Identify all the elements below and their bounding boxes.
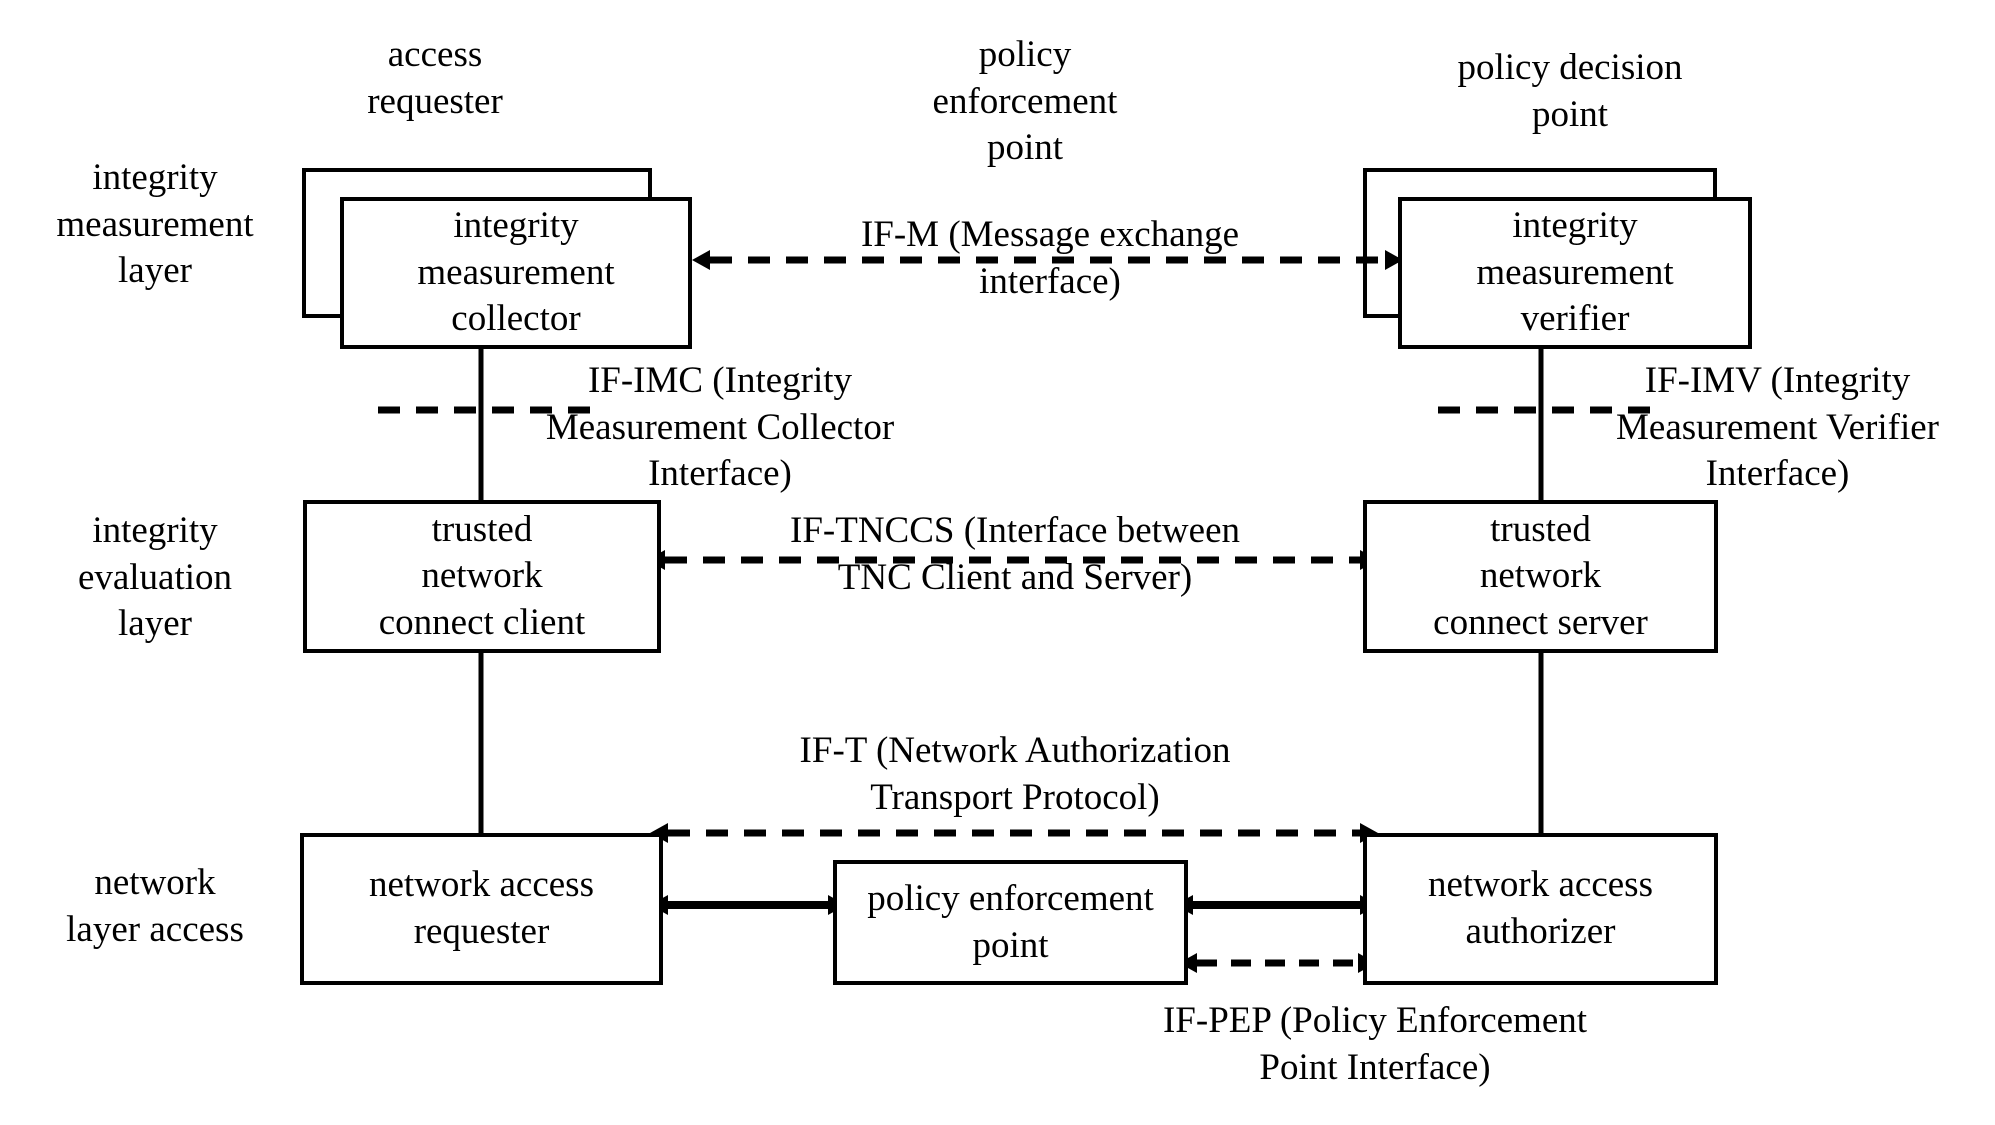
integrity-measurement-verifier[interactable]: integrity measurement verifier <box>1398 197 1752 349</box>
trusted-network-connect-server-label: trusted network connect server <box>1433 508 1648 643</box>
trusted-network-connect-client[interactable]: trusted network connect client <box>303 500 661 653</box>
integrity-measurement-collector-label: integrity measurement collector <box>417 205 615 340</box>
tnc-architecture-diagram: access requester policy enforcement poin… <box>0 0 1995 1125</box>
network-access-requester[interactable]: network access requester <box>300 833 663 985</box>
interface-label-if-t: IF-T (Network Authorization Transport Pr… <box>799 730 1231 818</box>
interface-label-if-tnccs: IF-TNCCS (Interface between TNC Client a… <box>790 510 1240 598</box>
network-access-requester-label: network access requester <box>369 864 594 952</box>
policy-enforcement-point-label: policy enforcement point <box>867 877 1154 966</box>
interface-label-if-m: IF-M (Message exchange interface) <box>860 214 1240 302</box>
network-access-authorizer[interactable]: network access authorizer <box>1363 833 1718 985</box>
column-header-access-requester: access requester <box>367 34 503 122</box>
trusted-network-connect-server[interactable]: trusted network connect server <box>1363 500 1718 653</box>
trusted-network-connect-client-label: trusted network connect client <box>378 508 586 643</box>
integrity-measurement-verifier-label: integrity measurement verifier <box>1476 205 1674 340</box>
layer-label-integrity-measurement-layer: integrity measurement layer <box>56 157 254 292</box>
network-access-authorizer-label: network access authorizer <box>1428 864 1653 952</box>
policy-enforcement-point-box[interactable]: policy enforcement point <box>833 860 1188 985</box>
interface-label-if-imc: IF-IMC (Integrity Measurement Collector … <box>545 360 895 495</box>
column-header-policy-enforcement-point: policy enforcement point <box>932 34 1118 169</box>
layer-label-network-layer-access: network layer access <box>66 862 244 950</box>
layer-label-integrity-evaluation-layer: integrity evaluation layer <box>77 510 233 645</box>
column-header-policy-decision-point: policy decision point <box>1457 47 1683 135</box>
integrity-measurement-collector[interactable]: integrity measurement collector <box>340 197 692 349</box>
interface-label-if-pep: IF-PEP (Policy Enforcement Point Interfa… <box>1162 1000 1588 1088</box>
interface-label-if-imv: IF-IMV (Integrity Measurement Verifier I… <box>1616 360 1939 495</box>
